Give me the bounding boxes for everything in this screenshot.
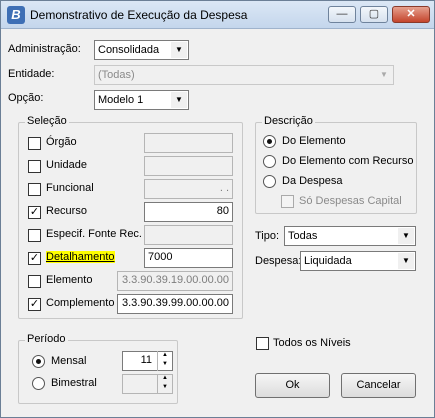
mensal-radio[interactable] (32, 355, 45, 368)
entidade-value: (Todas) (98, 69, 135, 81)
elemento-field[interactable]: 3.3.90.39.19.00.00.00 (117, 271, 233, 291)
spin-up-icon[interactable]: ▲ (158, 351, 172, 360)
orgao-label: Órgão (46, 136, 77, 148)
title-bar[interactable]: B Demonstrativo de Execução da Despesa —… (1, 1, 434, 29)
app-logo-icon: B (7, 6, 25, 24)
dialog-window: B Demonstrativo de Execução da Despesa —… (0, 0, 435, 418)
tipo-select[interactable]: Todas ▼ (284, 226, 416, 246)
bimestral-radio[interactable] (32, 377, 45, 390)
do-elemento-radio[interactable] (263, 135, 276, 148)
funcional-label: Funcional (46, 182, 94, 194)
spin-up-icon[interactable]: ▲ (158, 374, 172, 383)
especif-fonte-checkbox[interactable] (28, 229, 41, 242)
da-despesa-label: Da Despesa (282, 175, 343, 187)
tipo-value: Todas (288, 230, 318, 242)
despesa-value: Liquidada (304, 255, 352, 267)
detalhamento-label: Detalhamento (46, 251, 115, 263)
mensal-spinner[interactable]: ▲ ▼ (157, 351, 172, 371)
close-button[interactable]: ✕ (392, 6, 430, 23)
complemento-label: Complemento (46, 297, 115, 309)
administracao-label: Administração: (8, 43, 81, 55)
todos-niveis-checkbox[interactable] (256, 337, 269, 350)
mensal-label: Mensal (51, 355, 87, 367)
periodo-title: Período (25, 333, 68, 345)
opcao-select[interactable]: Modelo 1 ▼ (94, 90, 189, 110)
especif-fonte-field[interactable] (144, 225, 233, 245)
bimestral-spinner[interactable]: ▲ ▼ (157, 374, 172, 394)
bimestral-label: Bimestral (51, 377, 97, 389)
maximize-button[interactable]: ▢ (360, 6, 388, 23)
recurso-field[interactable]: 80 (144, 202, 233, 222)
selecao-title: Seleção (25, 115, 69, 127)
despesa-select[interactable]: Liquidada ▼ (300, 251, 416, 271)
do-elemento-label: Do Elemento (282, 135, 346, 147)
chevron-down-icon[interactable]: ▼ (398, 228, 414, 244)
opcao-value: Modelo 1 (98, 94, 144, 106)
do-elemento-com-recurso-radio[interactable] (263, 155, 276, 168)
cancel-button[interactable]: Cancelar (341, 373, 416, 398)
despesa-label: Despesa: (255, 255, 302, 267)
funcional-field[interactable]: . . (144, 179, 233, 199)
so-despesas-capital-label: Só Despesas Capital (299, 195, 402, 207)
chevron-down-icon[interactable]: ▼ (398, 253, 414, 269)
tipo-label: Tipo: (255, 230, 280, 242)
periodo-group: Período Mensal 11 ▲ ▼ Bimestral ▲ ▼ (18, 333, 178, 404)
da-despesa-radio[interactable] (263, 175, 276, 188)
chevron-down-icon[interactable]: ▼ (171, 42, 187, 58)
spin-down-icon[interactable]: ▼ (158, 360, 172, 369)
todos-niveis-label: Todos os Níveis (273, 337, 351, 349)
elemento-label: Elemento (46, 274, 93, 286)
chevron-down-icon[interactable]: ▼ (171, 92, 187, 108)
unidade-label: Unidade (46, 159, 87, 171)
detalhamento-checkbox[interactable]: ✓ (28, 252, 41, 265)
recurso-label: Recurso (46, 205, 87, 217)
complemento-checkbox[interactable]: ✓ (28, 298, 41, 311)
entidade-select[interactable]: (Todas) ▼ (94, 65, 394, 85)
orgao-field[interactable] (144, 133, 233, 153)
opcao-label: Opção: (8, 92, 44, 104)
elemento-checkbox[interactable] (28, 275, 41, 288)
window-title: Demonstrativo de Execução da Despesa (30, 8, 248, 22)
especif-fonte-label: Especif. Fonte Rec. (46, 228, 142, 240)
unidade-field[interactable] (144, 156, 233, 176)
complemento-field[interactable]: 3.3.90.39.99.00.00.00 (117, 294, 233, 314)
funcional-checkbox[interactable] (28, 183, 41, 196)
do-elemento-com-recurso-label: Do Elemento com Recurso (282, 155, 414, 167)
chevron-down-icon[interactable]: ▼ (376, 67, 392, 83)
descricao-title: Descrição (262, 115, 315, 127)
recurso-checkbox[interactable]: ✓ (28, 206, 41, 219)
so-despesas-capital-checkbox[interactable] (281, 195, 294, 208)
selecao-group: Seleção Órgão Unidade Funcional . . ✓ Re… (18, 115, 243, 319)
unidade-checkbox[interactable] (28, 160, 41, 173)
minimize-button[interactable]: — (328, 6, 356, 23)
orgao-checkbox[interactable] (28, 137, 41, 150)
administracao-select[interactable]: Consolidada ▼ (94, 40, 189, 60)
spin-down-icon[interactable]: ▼ (158, 383, 172, 392)
administracao-value: Consolidada (98, 44, 160, 56)
detalhamento-field[interactable]: 7000 (144, 248, 233, 268)
descricao-group: Descrição Do Elemento Do Elemento com Re… (255, 115, 417, 214)
entidade-label: Entidade: (8, 68, 55, 80)
ok-button[interactable]: Ok (255, 373, 330, 398)
